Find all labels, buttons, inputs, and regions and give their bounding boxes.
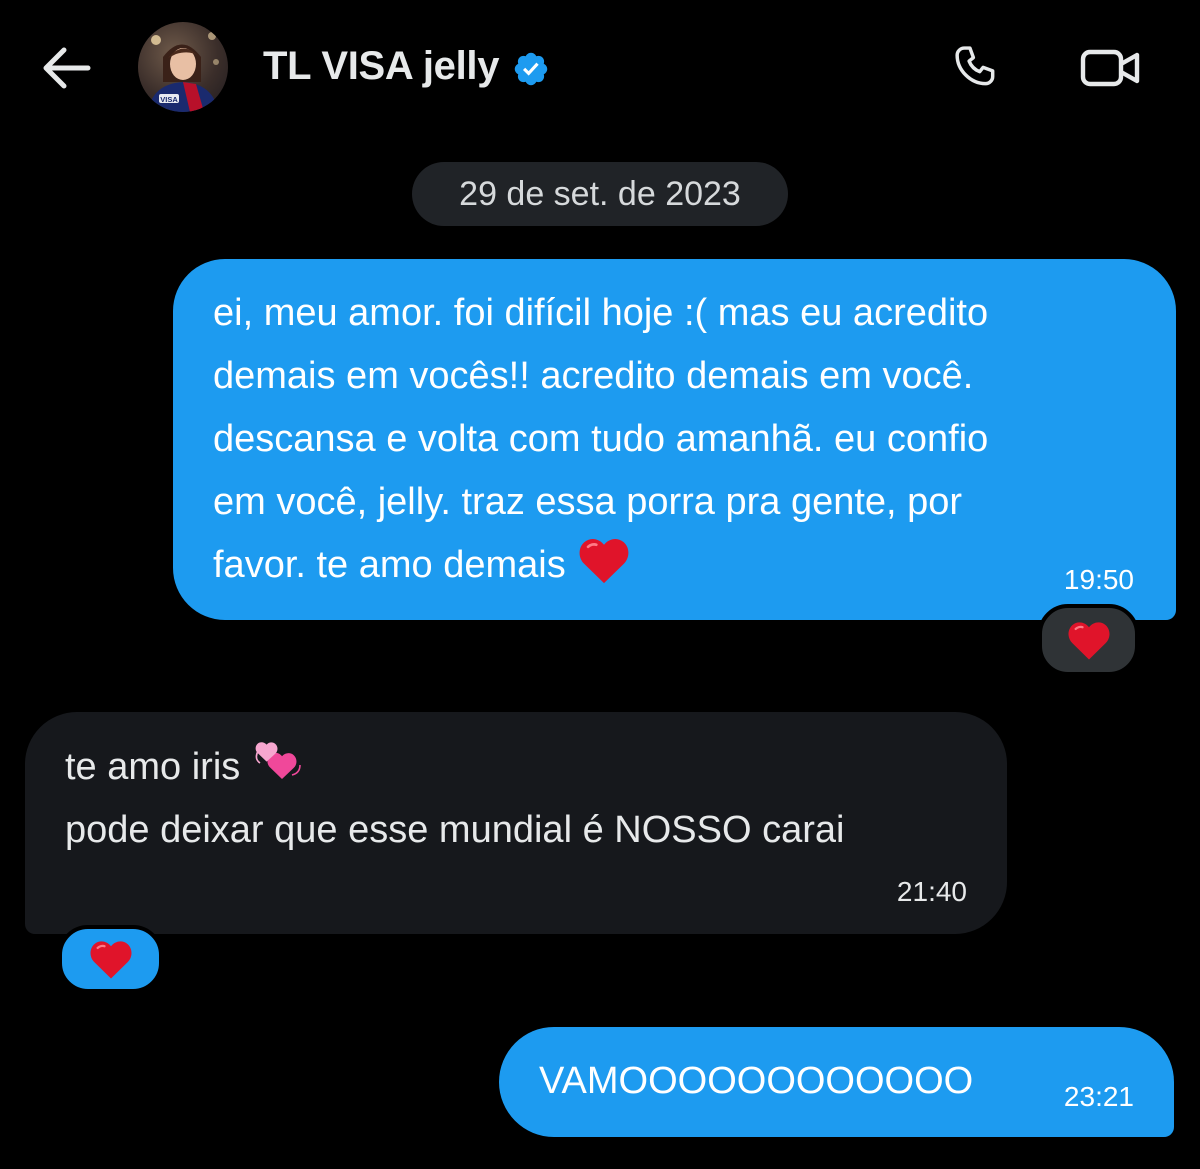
message-time: 23:21 — [1063, 1081, 1134, 1112]
avatar[interactable]: VISA — [138, 22, 228, 112]
message-text: pode deixar que esse mundial é NOSSO car… — [65, 809, 845, 851]
video-call-button[interactable] — [1076, 38, 1146, 98]
message-reaction[interactable] — [1038, 604, 1139, 676]
received-message[interactable]: te amo iris pode deixar que esse mundial… — [25, 712, 1007, 934]
back-button[interactable] — [34, 38, 98, 98]
sent-message[interactable]: ei, meu amor. foi difícil hoje :( mas eu… — [173, 259, 1176, 620]
date-separator: 29 de set. de 2023 — [412, 162, 788, 226]
two-hearts-icon — [255, 742, 302, 779]
message-time: 19:50 — [1063, 564, 1134, 595]
message-time: 21:40 — [896, 876, 967, 907]
red-heart-icon — [579, 538, 629, 584]
message-line: te amo iris — [65, 736, 967, 799]
sent-message[interactable]: VAMOOOOOOOOOOOO 23:21 — [499, 1027, 1174, 1137]
voice-call-button[interactable] — [946, 38, 1006, 98]
video-camera-icon — [1080, 49, 1140, 87]
svg-text:VISA: VISA — [160, 95, 178, 104]
phone-icon — [955, 46, 995, 86]
red-heart-icon — [1068, 622, 1109, 660]
red-heart-icon — [90, 941, 131, 979]
message-text: VAMOOOOOOOOOOOO — [539, 1060, 974, 1102]
arrow-left-icon — [43, 47, 91, 89]
contact-name[interactable]: TL VISA jelly — [263, 44, 499, 89]
message-reaction[interactable] — [58, 925, 163, 993]
verified-badge-icon — [514, 52, 548, 86]
avatar-photo: VISA — [148, 32, 219, 112]
message-text: te amo iris — [65, 746, 241, 788]
conversation-header: VISA TL VISA jelly — [0, 0, 1200, 135]
